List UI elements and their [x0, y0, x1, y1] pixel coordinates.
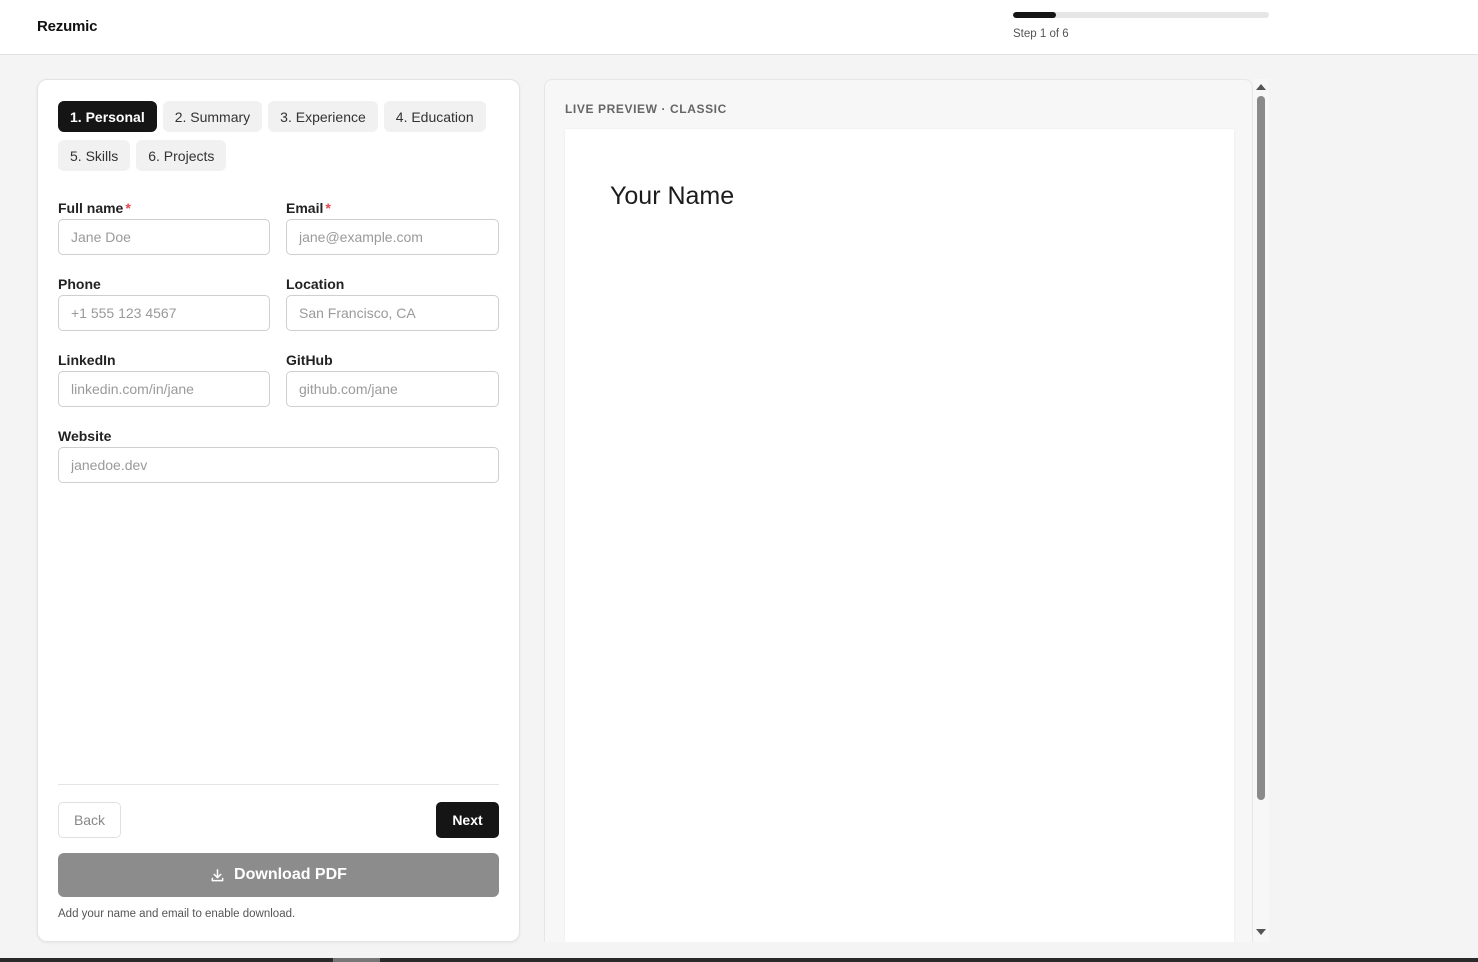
location-field-group: Location	[286, 275, 499, 331]
required-marker: *	[325, 200, 331, 216]
phone-field-group: Phone	[58, 275, 270, 331]
preview-scrollbar[interactable]	[1253, 79, 1269, 942]
tab-projects[interactable]: 6. Projects	[136, 140, 227, 171]
next-button[interactable]: Next	[436, 802, 499, 838]
scroll-thumb[interactable]	[1257, 96, 1265, 800]
horizontal-scrollbar[interactable]	[0, 958, 1478, 962]
linkedin-label: LinkedIn	[58, 352, 116, 368]
github-field-group: GitHub	[286, 351, 499, 407]
download-pdf-button[interactable]: Download PDF	[58, 853, 499, 897]
preview-label: LIVE PREVIEW · CLASSIC	[565, 102, 727, 116]
website-input[interactable]	[58, 447, 499, 483]
full-name-input[interactable]	[58, 219, 270, 255]
form-card: 1. Personal 2. Summary 3. Experience 4. …	[37, 79, 520, 942]
resume-paper: Your Name	[565, 129, 1234, 942]
full-name-label: Full name *	[58, 200, 131, 216]
progress-bar-fill	[1013, 12, 1056, 18]
live-preview-panel: LIVE PREVIEW · CLASSIC Your Name	[544, 79, 1253, 942]
download-icon	[211, 868, 224, 881]
tab-education[interactable]: 4. Education	[383, 101, 486, 132]
email-field-group: Email *	[286, 199, 499, 255]
email-input[interactable]	[286, 219, 499, 255]
phone-label: Phone	[58, 276, 101, 292]
tab-skills[interactable]: 5. Skills	[58, 140, 131, 171]
github-label: GitHub	[286, 352, 333, 368]
location-input[interactable]	[286, 295, 499, 331]
back-button[interactable]: Back	[58, 802, 121, 838]
scroll-up-arrow-icon[interactable]	[1256, 84, 1266, 90]
resume-name: Your Name	[610, 182, 735, 210]
brand-logo[interactable]: Rezumic	[37, 18, 97, 35]
location-label: Location	[286, 276, 345, 292]
linkedin-field-group: LinkedIn	[58, 351, 270, 407]
top-bar: Rezumic Step 1 of 6	[0, 0, 1478, 55]
progress-bar	[1013, 12, 1269, 18]
phone-input[interactable]	[58, 295, 270, 331]
linkedin-input[interactable]	[58, 371, 270, 407]
email-label: Email *	[286, 200, 331, 216]
scroll-down-arrow-icon[interactable]	[1256, 929, 1266, 935]
required-marker: *	[125, 200, 131, 216]
step-tabs: 1. Personal 2. Summary 3. Experience 4. …	[58, 101, 498, 171]
full-name-field-group: Full name *	[58, 199, 270, 255]
download-hint: Add your name and email to enable downlo…	[58, 908, 296, 920]
horizontal-scroll-thumb[interactable]	[333, 958, 380, 962]
github-input[interactable]	[286, 371, 499, 407]
tab-experience[interactable]: 3. Experience	[268, 101, 378, 132]
download-pdf-label: Download PDF	[234, 866, 347, 883]
tab-summary[interactable]: 2. Summary	[162, 101, 263, 132]
step-indicator: Step 1 of 6	[1013, 28, 1069, 40]
actions-divider	[58, 784, 499, 785]
website-field-group: Website	[58, 427, 499, 483]
tab-personal[interactable]: 1. Personal	[58, 101, 157, 132]
website-label: Website	[58, 428, 112, 444]
